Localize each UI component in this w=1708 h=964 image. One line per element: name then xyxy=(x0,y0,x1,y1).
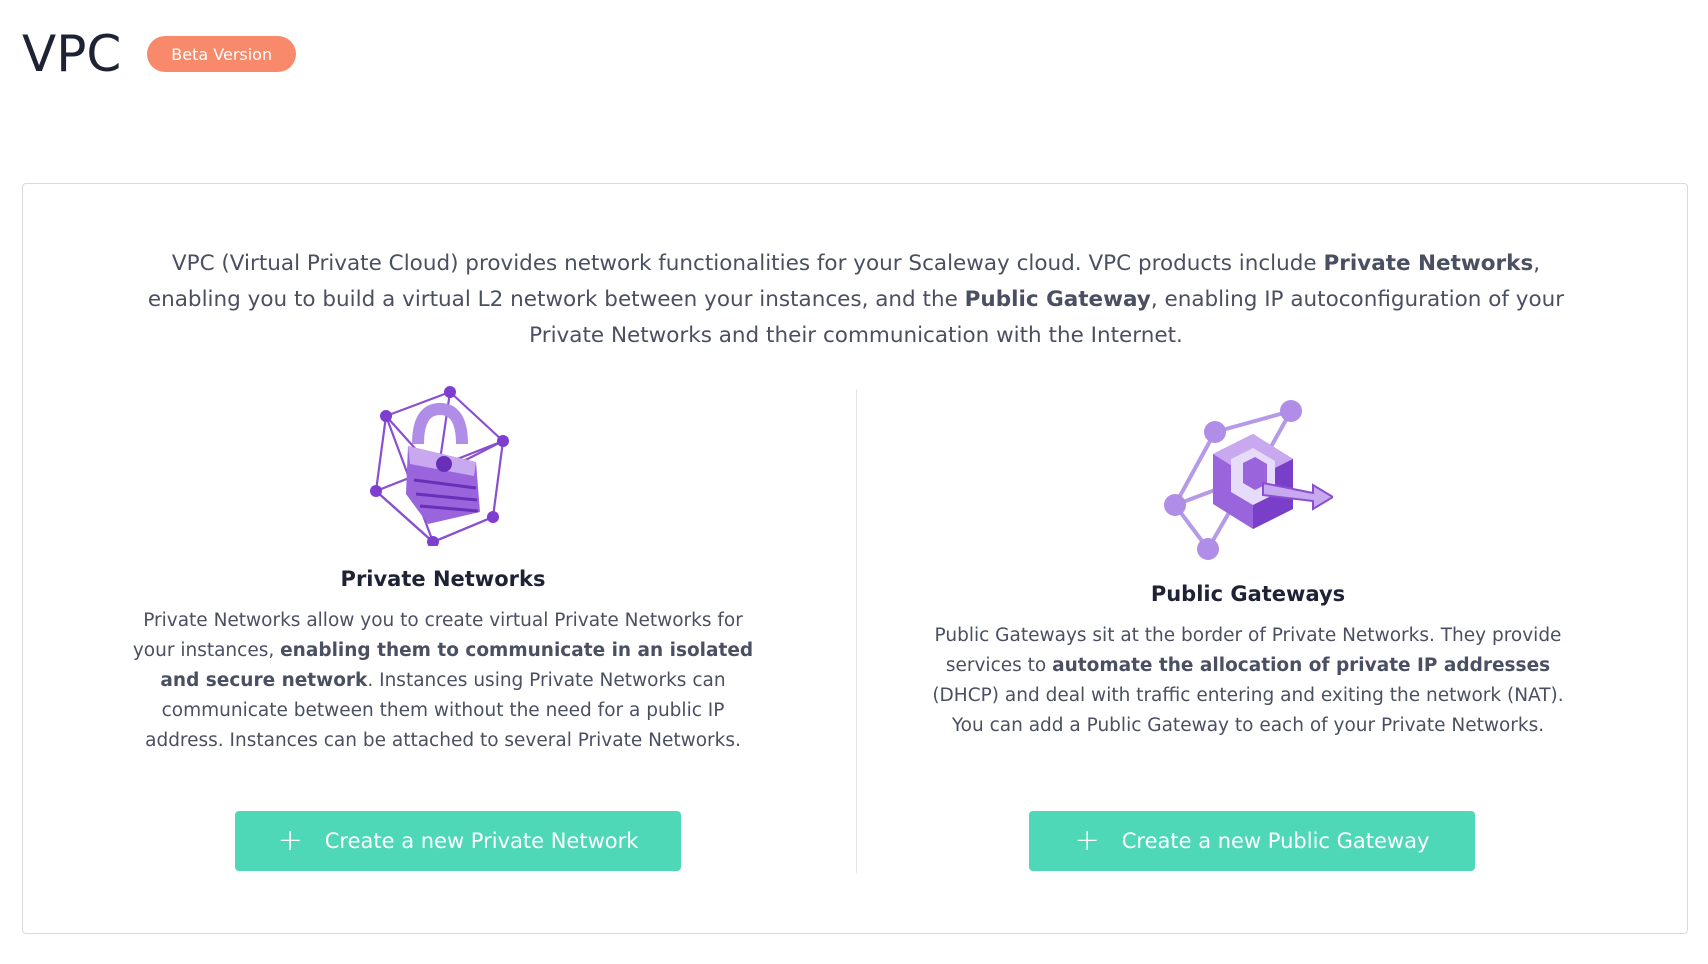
page-header: VPC Beta Version xyxy=(22,24,297,84)
plus-icon: + xyxy=(277,823,303,858)
create-private-network-button[interactable]: + Create a new Private Network xyxy=(235,811,681,871)
private-networks-description: Private Networks allow you to create vir… xyxy=(128,606,758,756)
lock-network-icon xyxy=(370,386,509,546)
public-gateways-description: Public Gateways sit at the border of Pri… xyxy=(928,621,1568,741)
intro-text-part: VPC (Virtual Private Cloud) provides net… xyxy=(171,251,1324,276)
public-gateways-section: Public Gateways Public Gateways sit at t… xyxy=(928,399,1568,741)
create-public-gateway-button[interactable]: + Create a new Public Gateway xyxy=(1029,811,1475,871)
intro-bold-private-networks: Private Networks xyxy=(1323,251,1534,276)
description-bold: automate the allocation of private IP ad… xyxy=(1052,655,1551,676)
beta-badge: Beta Version xyxy=(147,36,297,72)
column-divider xyxy=(856,389,857,873)
description-part: (DHCP) and deal with traffic entering an… xyxy=(932,685,1564,736)
private-networks-section: Private Networks Private Networks allow … xyxy=(128,384,758,756)
page-title: VPC xyxy=(22,25,122,83)
create-public-gateway-label: Create a new Public Gateway xyxy=(1121,829,1430,853)
gateway-cube-icon xyxy=(1164,400,1333,560)
public-gateways-title: Public Gateways xyxy=(1150,582,1346,606)
vpc-card: VPC (Virtual Private Cloud) provides net… xyxy=(22,183,1688,934)
create-private-network-label: Create a new Private Network xyxy=(324,829,639,853)
plus-icon: + xyxy=(1074,823,1100,858)
intro-text: VPC (Virtual Private Cloud) provides net… xyxy=(123,246,1589,354)
intro-bold-public-gateway: Public Gateway xyxy=(964,287,1151,312)
private-networks-title: Private Networks xyxy=(340,567,546,591)
